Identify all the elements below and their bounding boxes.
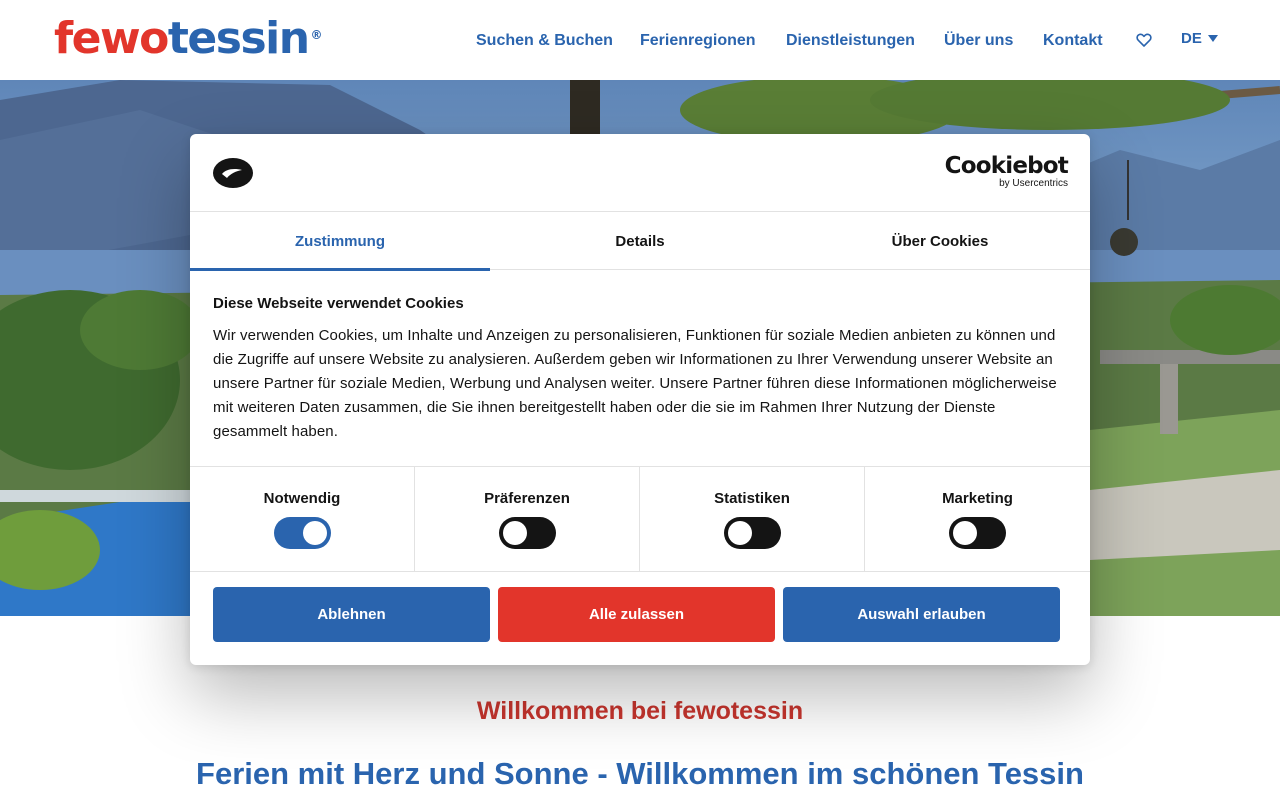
site-header: fewo tessin ® Suchen & Buchen Ferienregion… <box>0 0 1280 80</box>
allow-selection-button[interactable]: Auswahl erlauben <box>783 587 1060 642</box>
dialog-header: Cookiebot by Usercentrics <box>190 134 1090 212</box>
category-notwendig: Notwendig <box>190 467 415 571</box>
fewotessin-logo[interactable]: fewo tessin ® <box>54 14 323 64</box>
category-statistiken: Statistiken <box>640 467 865 571</box>
consent-text: Wir verwenden Cookies, um Inhalte und An… <box>213 327 1057 440</box>
toggle-praeferenzen[interactable] <box>498 517 556 549</box>
category-label: Statistiken <box>714 490 790 507</box>
decline-button[interactable]: Ablehnen <box>213 587 490 642</box>
cookiebot-subline: by Usercentrics <box>999 178 1068 189</box>
nav-kontakt[interactable]: Kontakt <box>1043 32 1103 50</box>
nav-dienstleistungen[interactable]: Dienstleistungen <box>786 32 915 50</box>
nav-suchen-buchen[interactable]: Suchen & Buchen <box>476 32 613 50</box>
logo-registered-mark: ® <box>310 28 323 42</box>
category-praeferenzen: Präferenzen <box>415 467 640 571</box>
logo-part-fewo: fewo <box>54 13 169 64</box>
cookie-consent-dialog: Cookiebot by Usercentrics Zustimmung Det… <box>190 134 1090 665</box>
logo-part-tessin: tessin <box>167 13 310 64</box>
page: fewo tessin ® Suchen & Buchen Ferienregion… <box>0 0 1280 800</box>
nav-ferienregionen[interactable]: Ferienregionen <box>640 32 756 50</box>
page-headline: Ferien mit Herz und Sonne - Willkommen i… <box>196 756 1084 791</box>
cookiebot-brand[interactable]: Cookiebot by Usercentrics <box>944 153 1069 190</box>
tab-zustimmung[interactable]: Zustimmung <box>190 212 490 271</box>
nav-ueber-uns[interactable]: Über uns <box>944 32 1013 50</box>
welcome-heading: Willkommen bei fewotessin <box>476 697 804 725</box>
consent-buttons: Ablehnen Alle zulassen Auswahl erlauben <box>213 587 1060 642</box>
category-marketing: Marketing <box>865 467 1090 571</box>
toggle-statistiken[interactable] <box>723 517 781 549</box>
tab-details[interactable]: Details <box>490 212 790 270</box>
cookiebot-wordmark: Cookiebot <box>944 153 1069 179</box>
tab-ueber-cookies[interactable]: Über Cookies <box>790 212 1090 270</box>
cookie-category-toggles: Notwendig Präferenzen Statistiken Market… <box>190 466 1090 572</box>
category-label: Notwendig <box>263 490 341 507</box>
toggle-knob <box>727 521 752 545</box>
caret-down-icon <box>1207 35 1218 42</box>
toggle-knob <box>953 521 977 545</box>
language-label: DE <box>1181 30 1202 47</box>
toggle-notwendig[interactable] <box>273 517 331 549</box>
language-selector[interactable]: DE <box>1181 30 1218 47</box>
category-label: Marketing <box>942 490 1013 507</box>
dialog-tabs: Zustimmung Details Über Cookies <box>190 212 1090 271</box>
toggle-knob <box>502 521 527 545</box>
toggle-marketing[interactable] <box>949 517 1006 549</box>
cookie-logo-icon <box>213 158 253 188</box>
consent-title: Diese Webseite verwendet Cookies <box>213 295 464 312</box>
heart-icon[interactable] <box>1136 32 1152 48</box>
allow-all-button[interactable]: Alle zulassen <box>498 587 775 642</box>
category-label: Präferenzen <box>484 490 570 507</box>
toggle-knob <box>302 521 327 545</box>
